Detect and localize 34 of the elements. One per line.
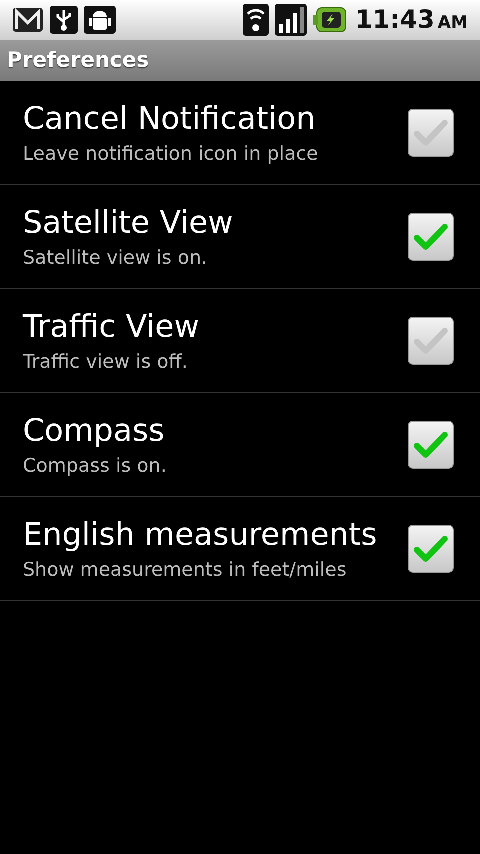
battery-icon [313, 7, 348, 33]
checkbox[interactable] [408, 108, 454, 156]
preference-row[interactable]: Compass Compass is on. [0, 393, 480, 497]
clock-time: 11:43 [355, 4, 435, 36]
preference-title: Cancel Notification [23, 100, 317, 138]
check-icon [414, 326, 448, 354]
preference-title: Compass [23, 412, 166, 450]
checkbox[interactable] [408, 524, 454, 572]
screen-title: Preferences [7, 46, 150, 74]
check-icon [414, 118, 448, 146]
preference-summary: Compass is on. [23, 454, 168, 478]
preference-title: Traffic View [23, 308, 201, 346]
preference-row[interactable]: English measurements Show measurements in feet/miles [0, 497, 480, 601]
preference-row[interactable]: Traffic View Traffic view is off. [0, 289, 480, 393]
preference-summary: Satellite view is on. [23, 246, 209, 270]
wifi-icon [243, 4, 270, 36]
preference-summary: Leave notification icon in place [23, 142, 320, 166]
preference-title: Satellite View [23, 204, 234, 242]
check-icon [414, 534, 448, 562]
usb-icon [50, 6, 78, 34]
signal-icon [275, 4, 308, 36]
mail-icon [12, 6, 44, 34]
preference-row[interactable]: Cancel Notification Leave notification icon in place [0, 81, 480, 185]
check-icon [414, 222, 448, 250]
preference-summary: Show measurements in feet/miles [23, 558, 348, 582]
preference-title: English measurements [23, 516, 378, 554]
robot-icon [84, 6, 116, 34]
checkbox[interactable] [408, 420, 454, 468]
check-icon [414, 430, 448, 458]
preference-row[interactable]: Satellite View Satellite view is on. [0, 185, 480, 289]
checkbox[interactable] [408, 316, 454, 364]
preference-summary: Traffic view is off. [23, 350, 189, 374]
checkbox[interactable] [408, 212, 454, 260]
clock-period: AM [438, 12, 468, 36]
